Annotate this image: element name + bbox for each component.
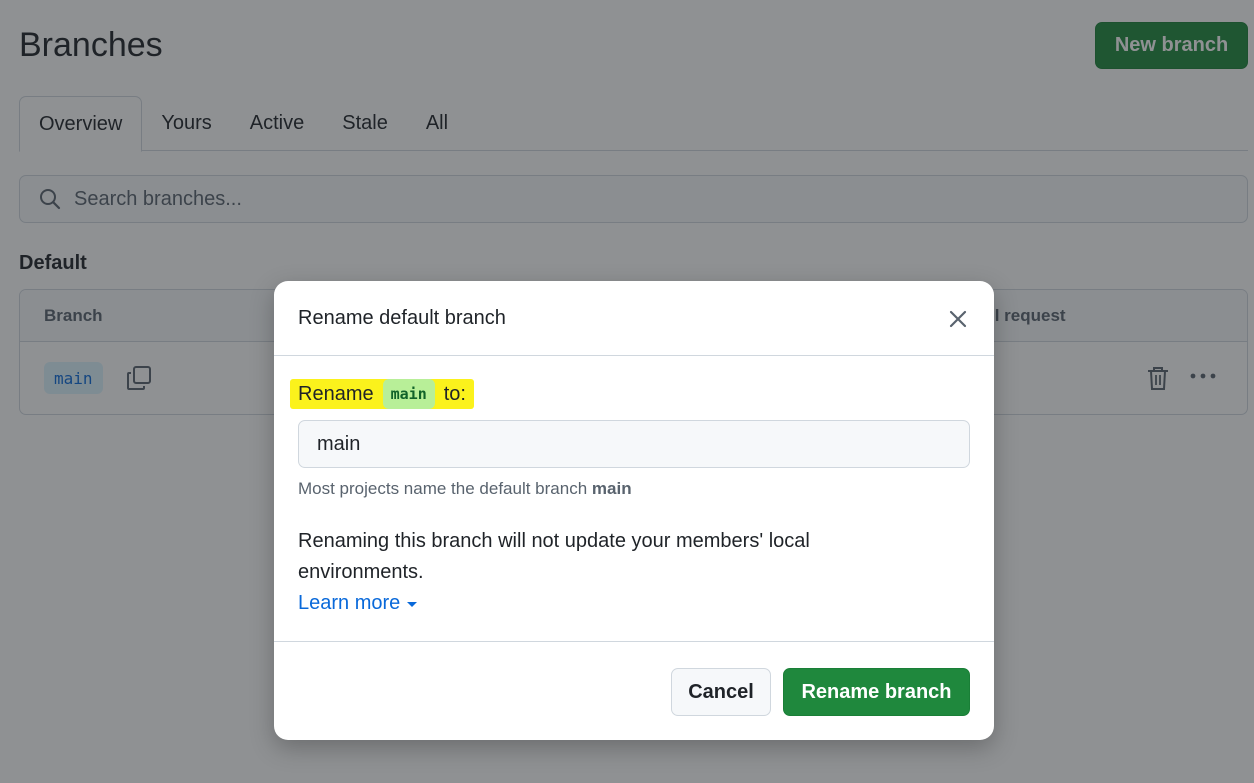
new-branch-name-input[interactable] — [298, 420, 970, 468]
dialog-footer: Cancel Rename branch — [274, 641, 994, 740]
hint-text: Most projects name the default branch ma… — [298, 479, 632, 499]
caret-down-icon — [406, 598, 418, 610]
rename-label: Rename main to: — [290, 379, 474, 409]
hint-branch: main — [591, 479, 632, 498]
rename-prefix: Rename — [298, 382, 374, 405]
cancel-button[interactable]: Cancel — [671, 668, 771, 716]
current-branch-chip: main — [382, 379, 435, 409]
close-icon[interactable] — [946, 307, 970, 331]
dialog-header: Rename default branch — [274, 281, 994, 356]
rename-warning: Renaming this branch will not update you… — [298, 530, 810, 583]
dialog-title: Rename default branch — [298, 307, 506, 329]
rename-branch-dialog: Rename default branch Rename main to: Mo… — [274, 281, 994, 740]
rename-suffix: to: — [443, 382, 466, 405]
learn-more-link[interactable]: Learn more — [298, 592, 418, 615]
learn-more-label: Learn more — [298, 592, 401, 614]
rename-branch-button[interactable]: Rename branch — [783, 668, 970, 716]
hint-message: Most projects name the default branch — [298, 479, 588, 498]
